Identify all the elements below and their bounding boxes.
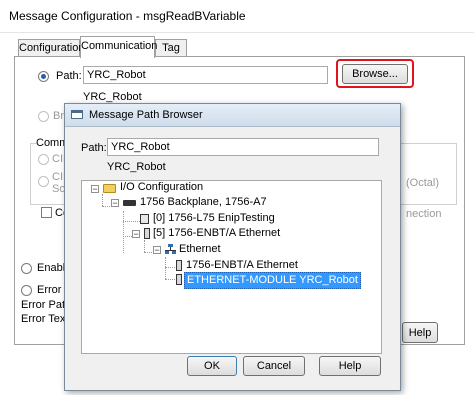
tree-label-slot-5: [5] 1756-ENBT/A Ethernet	[153, 227, 281, 239]
error-radio	[21, 285, 32, 296]
browser-path-resolved: YRC_Robot	[107, 161, 166, 173]
path-resolved-text: YRC_Robot	[83, 91, 142, 103]
enable-radio	[21, 263, 32, 274]
folder-icon	[103, 184, 116, 193]
collapse-icon[interactable]: −	[91, 185, 99, 194]
browser-title: Message Path Browser	[89, 109, 203, 121]
tab-tag[interactable]: Tag	[155, 39, 187, 56]
tab-configuration[interactable]: Configuration	[18, 39, 84, 56]
tree-label-backplane: 1756 Backplane, 1756-A7	[140, 196, 267, 208]
tree-label-io-configuration: I/O Configuration	[120, 181, 204, 193]
io-tree[interactable]: − I/O Configuration − 1756 Backplane, 17…	[81, 180, 382, 354]
browser-help-button[interactable]: Help	[319, 356, 381, 376]
ethernet-module-icon	[176, 260, 182, 271]
tree-node-slot-5[interactable]: − [5] 1756-ENBT/A Ethernet	[82, 226, 382, 241]
message-path-browser-dialog: Message Path Browser Path: YRC_Robot YRC…	[64, 103, 401, 391]
tree-label-ethernet-module: ETHERNET-MODULE YRC_Robot	[184, 272, 361, 289]
tree-node-enbt[interactable]: 1756-ENBT/A Ethernet	[82, 258, 382, 273]
tab-communication[interactable]: Communication	[80, 36, 158, 58]
tab-configuration-label: Configuration	[19, 42, 85, 54]
tree-node-ethernet-module[interactable]: ETHERNET-MODULE YRC_Robot	[82, 272, 382, 289]
browse-button[interactable]: Browse...	[342, 64, 408, 84]
collapse-icon[interactable]: −	[132, 230, 140, 239]
connected-checkbox[interactable]	[41, 207, 52, 218]
tree-label-enbt: 1756-ENBT/A Ethernet	[186, 259, 298, 271]
outer-title-bar: Message Configuration - msgReadBVariable	[0, 0, 474, 33]
ethernet-module-icon	[176, 274, 182, 285]
tree-node-slot-0[interactable]: [0] 1756-L75 EnipTesting	[82, 211, 382, 226]
browser-path-label: Path:	[81, 142, 107, 154]
controller-module-icon	[140, 214, 149, 224]
collapse-icon[interactable]: −	[111, 199, 119, 208]
tree-node-io-configuration[interactable]: − I/O Configuration	[82, 181, 382, 195]
tree-node-backplane[interactable]: − 1756 Backplane, 1756-A7	[82, 195, 382, 210]
path-label: Path:	[56, 70, 82, 82]
backplane-icon	[123, 200, 136, 206]
tree-label-slot-0: [0] 1756-L75 EnipTesting	[153, 212, 275, 224]
path-input[interactable]: YRC_Robot	[83, 66, 328, 84]
cache-connection-label: nection	[406, 208, 442, 220]
path-radio[interactable]	[38, 71, 49, 82]
network-icon	[165, 244, 176, 255]
ok-button[interactable]: OK	[187, 356, 237, 376]
collapse-icon[interactable]: −	[153, 246, 161, 255]
ethernet-module-icon	[144, 228, 150, 239]
cancel-button[interactable]: Cancel	[243, 356, 305, 376]
browser-path-input[interactable]: YRC_Robot	[107, 138, 379, 156]
window-icon	[71, 110, 83, 119]
tree-node-ethernet[interactable]: − Ethernet	[82, 242, 382, 257]
broadcast-radio[interactable]	[38, 111, 49, 122]
tree-label-ethernet: Ethernet	[179, 243, 221, 255]
outer-help-button[interactable]: Help	[402, 322, 438, 343]
browser-title-bar: Message Path Browser	[65, 104, 400, 127]
outer-title: Message Configuration - msgReadBVariable	[9, 9, 246, 23]
tab-tag-label: Tag	[162, 42, 180, 54]
tab-communication-label: Communication	[81, 40, 158, 52]
octal-label: (Octal)	[406, 177, 439, 189]
cip-source-radio[interactable]	[38, 176, 49, 187]
cip-radio[interactable]	[38, 154, 49, 165]
